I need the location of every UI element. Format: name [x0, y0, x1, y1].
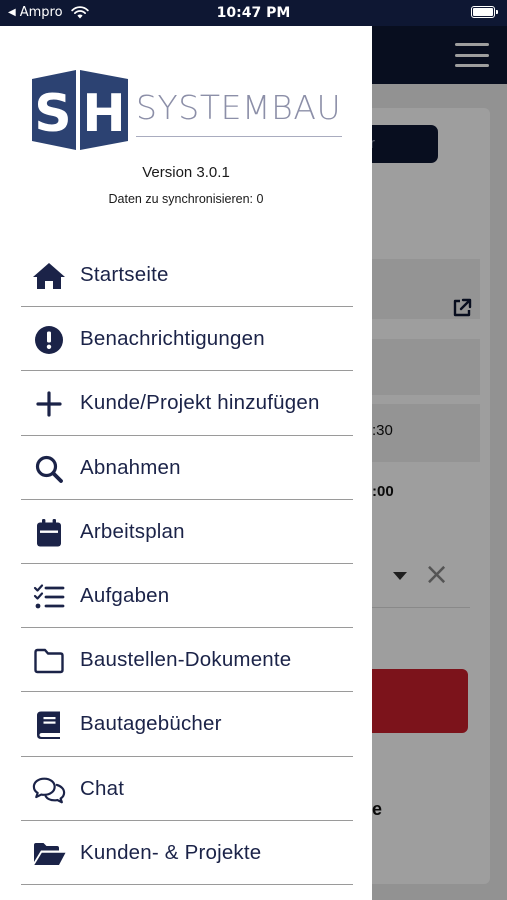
- task-list-icon: [32, 582, 66, 612]
- menu-item-baustellen-dokumente[interactable]: Baustellen-Dokumente: [21, 628, 353, 693]
- menu-item-label: Aufgaben: [80, 583, 170, 607]
- menu-item-label: Bautagebücher: [80, 712, 222, 736]
- menu-item-label: Kunde/Projekt hinzufügen: [80, 391, 320, 415]
- svg-text:S: S: [34, 84, 71, 144]
- svg-text:H: H: [82, 84, 126, 144]
- menu-item-label: Baustellen-Dokumente: [80, 648, 292, 672]
- folder-open-icon: [32, 839, 66, 869]
- menu-item-abnahmen[interactable]: Abnahmen: [21, 436, 353, 500]
- folder-outline-icon: [32, 646, 66, 676]
- menu-item-benachrichtigungen[interactable]: Benachrichtigungen: [21, 307, 353, 372]
- menu-item-chat[interactable]: Chat: [21, 757, 353, 821]
- home-icon: [32, 261, 66, 291]
- menu-item-startseite[interactable]: Startseite: [21, 243, 353, 308]
- clock: 10:47 PM: [216, 5, 291, 21]
- alert-circle-icon: [32, 325, 66, 355]
- sh-logo-mark: S H: [32, 70, 128, 150]
- status-bar: ◀ Ampro 10:47 PM: [0, 0, 507, 26]
- book-icon: [32, 710, 66, 740]
- menu-item-arbeitsplan[interactable]: Arbeitsplan: [21, 500, 353, 564]
- menu-item-label: Chat: [80, 776, 125, 800]
- menu-item-bautagebuecher[interactable]: Bautagebücher: [21, 692, 353, 757]
- menu-item-kunden-projekte[interactable]: Kunden- & Projekte: [21, 821, 353, 885]
- sh-systembau-logo: S H SYSTEMBAU: [32, 70, 344, 150]
- plus-icon: [32, 389, 66, 419]
- drawer-menu: Startseite Benachrichtigungen Kunde/Proj…: [21, 243, 353, 885]
- menu-item-label: Abnahmen: [80, 455, 181, 479]
- calendar-icon: [32, 518, 66, 548]
- app-version: Version 3.0.1: [142, 164, 230, 181]
- menu-item-label: Arbeitsplan: [80, 519, 185, 543]
- menu-item-label: Benachrichtigungen: [80, 327, 265, 351]
- menu-item-kunde-projekt-hinzufuegen[interactable]: Kunde/Projekt hinzufügen: [21, 371, 353, 436]
- menu-item-label: Startseite: [80, 263, 169, 286]
- logo-underline: [136, 136, 342, 137]
- logo-wordmark: SYSTEMBAU: [136, 88, 342, 127]
- navigation-drawer: S H SYSTEMBAU Version 3.0.1 Daten zu syn…: [0, 26, 372, 900]
- battery-icon: [471, 6, 498, 18]
- search-icon: [32, 454, 66, 484]
- menu-item-aufgaben[interactable]: Aufgaben: [21, 564, 353, 629]
- sync-status: Daten zu synchronisieren: 0: [108, 192, 264, 206]
- menu-item-label: Kunden- & Projekte: [80, 840, 262, 864]
- chat-bubbles-icon: [32, 775, 66, 805]
